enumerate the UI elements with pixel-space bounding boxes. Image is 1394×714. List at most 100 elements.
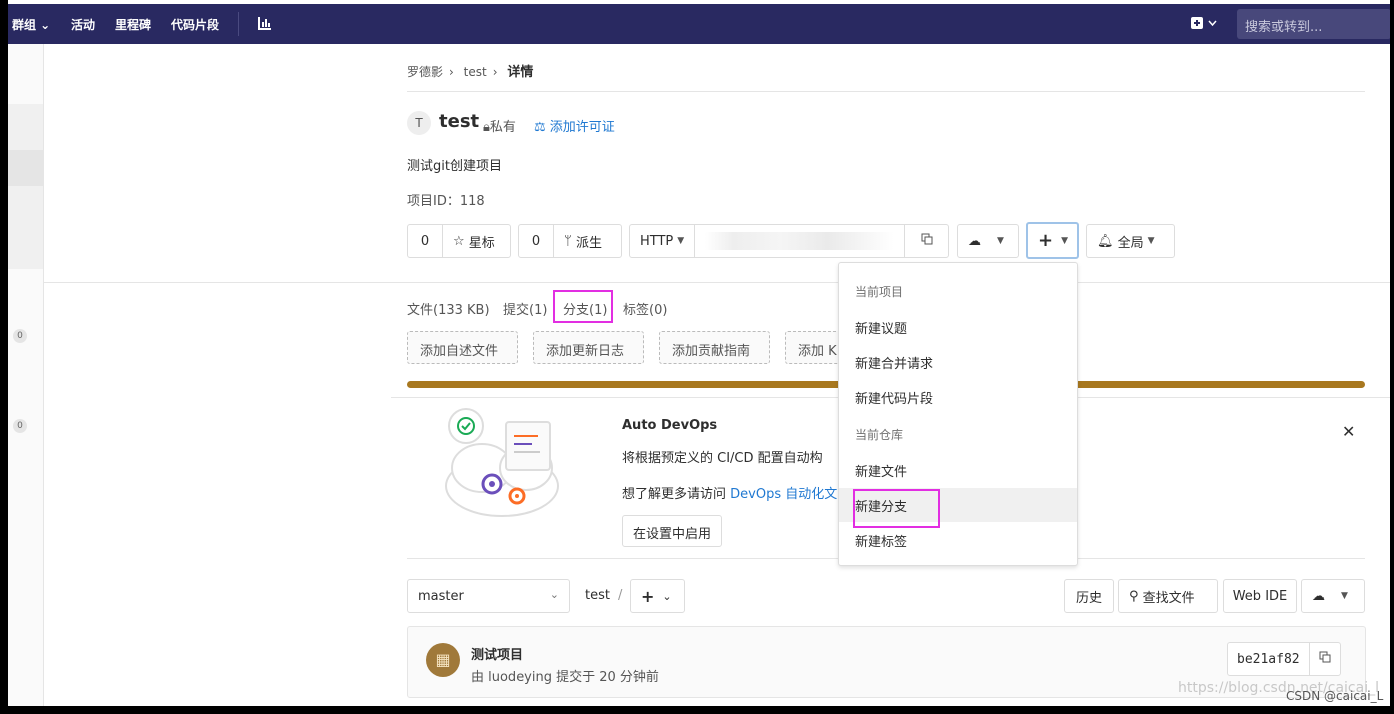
project-avatar: T bbox=[407, 111, 431, 135]
devops-more-info: 想了解更多请访问 DevOps 自动化文 bbox=[622, 487, 838, 502]
analytics-chart-icon[interactable] bbox=[258, 16, 272, 34]
project-description: 测试git创建项目 bbox=[407, 159, 502, 174]
stat-files[interactable]: 文件(133 KB) bbox=[407, 299, 490, 318]
add-contributing-button[interactable]: 添加贡献指南 bbox=[659, 331, 770, 364]
sidebar-count-badge: 0 bbox=[13, 419, 27, 433]
devops-description: 将根据预定义的 CI/CD 配置自动构 bbox=[622, 451, 823, 466]
copy-icon bbox=[921, 233, 933, 249]
highlight-box-new-branch bbox=[853, 489, 940, 528]
find-file-button[interactable]: ⚲ 查找文件 bbox=[1118, 579, 1218, 613]
caret-down-icon: ▼ bbox=[677, 236, 685, 246]
download-cloud-icon: ☁︎ bbox=[968, 233, 981, 249]
menu-item-new-merge-request[interactable]: 新建合并请求 bbox=[839, 345, 1077, 379]
enable-in-settings-button[interactable]: 在设置中启用 bbox=[622, 515, 723, 547]
download-button[interactable]: ☁︎ ▼ bbox=[1301, 579, 1365, 613]
menu-item-new-file[interactable]: 新建文件 bbox=[839, 453, 1077, 487]
nav-milestones[interactable]: 里程碑 bbox=[115, 16, 151, 33]
breadcrumb-chevron-icon: › bbox=[449, 65, 454, 79]
star-icon: ☆ bbox=[453, 233, 469, 249]
dropdown-header-project: 当前项目 bbox=[855, 285, 904, 299]
dropdown-header-repo: 当前仓库 bbox=[855, 428, 904, 442]
clone-url-field[interactable] bbox=[694, 225, 904, 257]
author-avatar[interactable]: ▦ bbox=[426, 643, 460, 677]
nav-divider bbox=[238, 12, 239, 36]
clone-url-group: HTTP ▼ bbox=[629, 224, 949, 258]
nav-activity[interactable]: 活动 bbox=[71, 16, 95, 33]
sidebar-item[interactable] bbox=[8, 104, 43, 150]
fork-count[interactable]: 0 bbox=[519, 225, 553, 257]
sidebar-item[interactable] bbox=[8, 186, 43, 269]
clone-url-redacted bbox=[705, 232, 894, 250]
path-root[interactable]: test bbox=[585, 588, 610, 603]
commit-meta: 由 luodeying 提交于 20 分钟前 bbox=[471, 670, 659, 685]
copy-icon bbox=[1319, 651, 1331, 667]
nav-snippets[interactable]: 代码片段 bbox=[171, 16, 219, 33]
caret-down-icon: ▼ bbox=[1147, 236, 1155, 246]
web-ide-button[interactable]: Web IDE bbox=[1223, 579, 1297, 613]
new-item-plus-icon[interactable] bbox=[1191, 16, 1221, 34]
close-icon[interactable]: ✕ bbox=[1342, 422, 1355, 441]
menu-item-new-issue[interactable]: 新建议题 bbox=[839, 310, 1077, 344]
download-cloud-icon: ☁︎ bbox=[1312, 588, 1325, 604]
devops-docs-link[interactable]: DevOps 自动化文 bbox=[730, 487, 837, 502]
breadcrumb: 罗德影 › test › 详情 bbox=[407, 61, 539, 80]
path-separator: / bbox=[618, 588, 623, 603]
branch-select[interactable]: master ⌄ bbox=[407, 579, 570, 613]
devops-title: Auto DevOps bbox=[622, 418, 718, 433]
stat-tags[interactable]: 标签(0) bbox=[623, 299, 667, 318]
bell-icon: 🔔︎ bbox=[1097, 233, 1118, 249]
divider bbox=[44, 282, 1390, 283]
devops-illustration bbox=[440, 406, 570, 528]
left-sidebar: 0 0 bbox=[8, 44, 44, 706]
breadcrumb-chevron-icon: › bbox=[492, 65, 498, 79]
star-button-group: 0 ☆ 星标 bbox=[407, 224, 511, 258]
download-button[interactable]: ☁︎ ▼ bbox=[957, 224, 1019, 258]
project-id: 项目ID：118 bbox=[407, 194, 485, 209]
project-title: test bbox=[439, 111, 480, 132]
menu-item-new-tag[interactable]: 新建标签 bbox=[839, 523, 1077, 557]
stat-commits[interactable]: 提交(1) bbox=[503, 299, 547, 318]
breadcrumb-owner[interactable]: 罗德影 bbox=[407, 65, 443, 79]
add-changelog-button[interactable]: 添加更新日志 bbox=[533, 331, 644, 364]
commit-sha[interactable]: be21af82 bbox=[1228, 643, 1309, 675]
breadcrumb-project[interactable]: test bbox=[464, 65, 487, 79]
add-license-link[interactable]: ⚖︎ 添加许可证 bbox=[534, 116, 615, 135]
lock-icon: 🔒︎ bbox=[483, 120, 490, 135]
star-button[interactable]: ☆ 星标 bbox=[442, 225, 505, 257]
clone-protocol-select[interactable]: HTTP ▼ bbox=[630, 225, 694, 257]
chevron-down-icon: ⌄ bbox=[662, 589, 672, 603]
add-to-tree-button[interactable]: + ⌄ bbox=[630, 579, 685, 613]
menu-item-new-snippet[interactable]: 新建代码片段 bbox=[839, 380, 1077, 414]
divider bbox=[407, 91, 1365, 92]
history-button[interactable]: 历史 bbox=[1064, 579, 1114, 613]
nav-groups[interactable]: 群组 ⌄ bbox=[12, 16, 50, 33]
new-item-dropdown-toggle[interactable]: + ▼ bbox=[1026, 222, 1079, 259]
commit-sha-group: be21af82 bbox=[1227, 642, 1341, 676]
plus-icon: + bbox=[641, 586, 655, 606]
copy-url-button[interactable] bbox=[904, 225, 948, 257]
add-kubernetes-button[interactable]: 添加 K bbox=[785, 331, 845, 364]
top-navbar: 群组 ⌄ 活动 里程碑 代码片段 搜索或转到... bbox=[8, 4, 1390, 44]
notification-button[interactable]: 🔔︎ 全局 ▼ bbox=[1086, 224, 1175, 258]
caret-down-icon: ▼ bbox=[1341, 591, 1348, 601]
csdn-watermark: CSDN @caicai_L bbox=[1286, 689, 1384, 703]
plus-icon: + bbox=[1038, 230, 1054, 251]
highlight-box-branches bbox=[553, 290, 613, 323]
add-readme-button[interactable]: 添加自述文件 bbox=[407, 331, 518, 364]
sidebar-item-active[interactable] bbox=[8, 150, 43, 186]
sidebar-count-badge: 0 bbox=[13, 329, 27, 343]
search-input[interactable]: 搜索或转到... bbox=[1237, 9, 1390, 39]
fork-button[interactable]: ᛘ 派生 bbox=[553, 225, 612, 257]
visibility-label: 🔒︎私有 bbox=[483, 120, 516, 135]
caret-down-icon: ▼ bbox=[1061, 235, 1069, 246]
commit-title[interactable]: 测试项目 bbox=[471, 644, 523, 663]
star-count[interactable]: 0 bbox=[408, 225, 442, 257]
app-window: 群组 ⌄ 活动 里程碑 代码片段 搜索或转到... 0 0 罗德影 › test ›… bbox=[8, 0, 1390, 706]
fork-button-group: 0 ᛘ 派生 bbox=[518, 224, 622, 258]
caret-down-icon: ▼ bbox=[997, 236, 1004, 246]
copy-sha-button[interactable] bbox=[1308, 643, 1340, 675]
chevron-down-icon: ⌄ bbox=[549, 588, 559, 601]
search-icon: ⚲ bbox=[1129, 588, 1143, 604]
fork-icon: ᛘ bbox=[564, 233, 576, 249]
breadcrumb-current[interactable]: 详情 bbox=[507, 65, 533, 80]
